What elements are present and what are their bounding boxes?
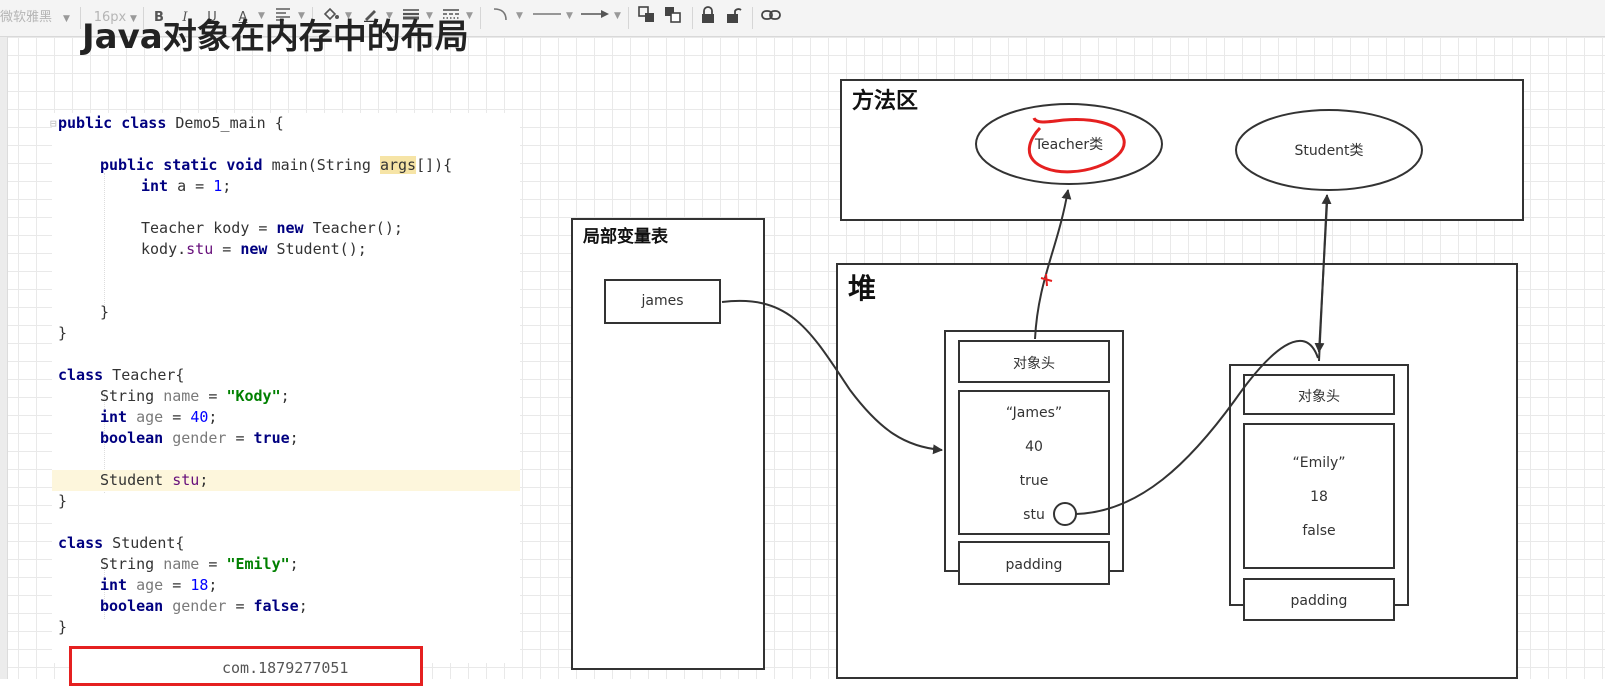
james-reference-arrow (721, 299, 943, 455)
red-annotation-circle (1027, 117, 1126, 174)
red-mark (1045, 273, 1048, 287)
student-object-arrow (1314, 203, 1328, 353)
teacher-class-pointer-arrow (1034, 189, 1072, 340)
diagram-connectors (721, 103, 1423, 526)
stu-reference-curve (1075, 339, 1319, 515)
stu-reference-circle[interactable] (1053, 502, 1077, 526)
student-class-ellipse[interactable] (1235, 109, 1423, 191)
